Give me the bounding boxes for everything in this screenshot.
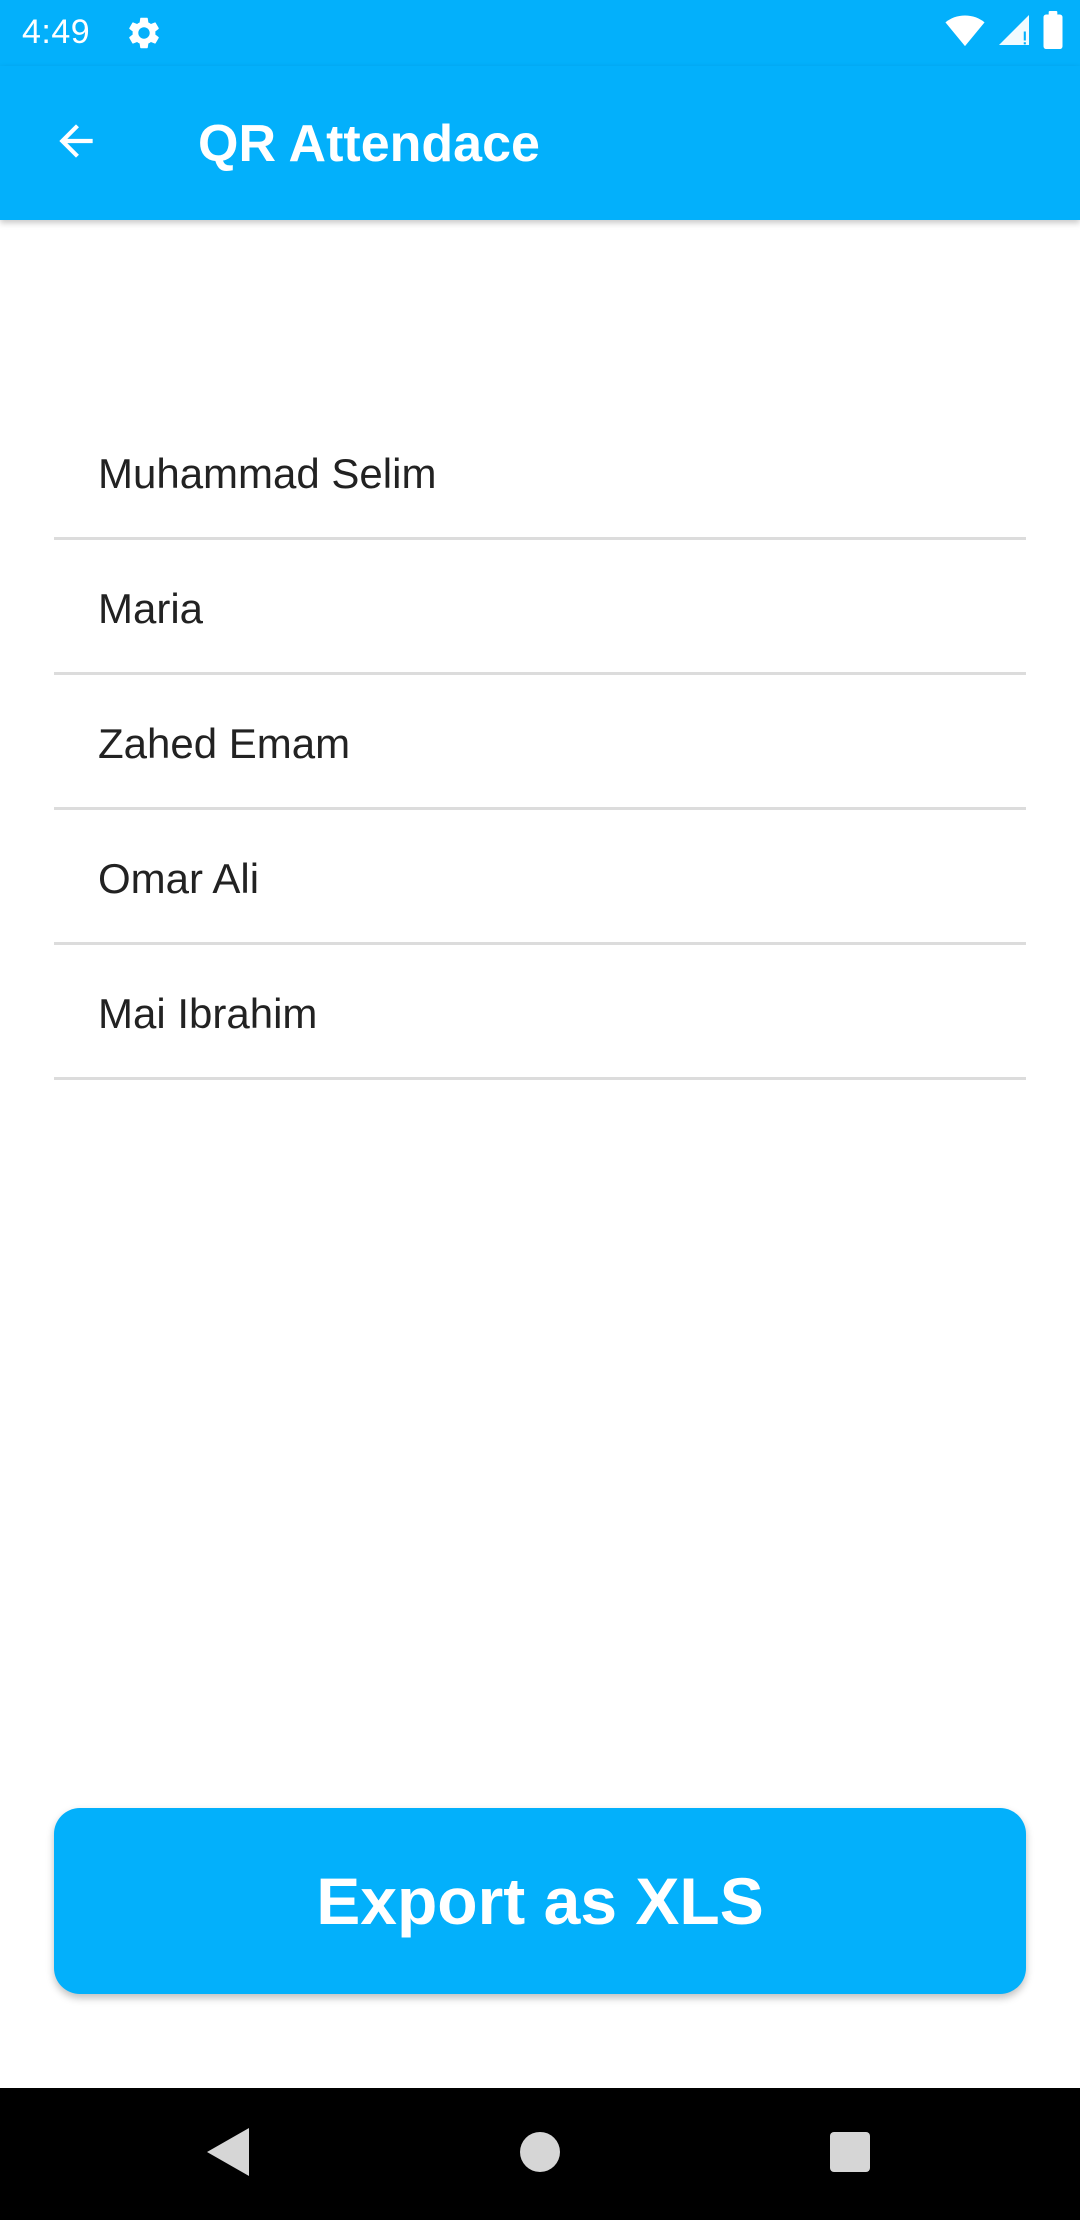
list-item-label: Zahed Emam	[98, 720, 351, 767]
back-button[interactable]	[38, 111, 114, 175]
export-xls-button[interactable]: Export as XLS	[54, 1808, 1026, 1994]
attendance-list: Muhammad Selim Maria Zahed Emam Omar Ali…	[54, 405, 1026, 1080]
list-item-label: Muhammad Selim	[98, 450, 437, 497]
nav-recents-button[interactable]	[808, 2112, 892, 2196]
battery-icon	[1042, 10, 1064, 54]
navigation-bar	[0, 2088, 1080, 2220]
arrow-back-icon	[51, 116, 101, 171]
list-item[interactable]: Omar Ali	[54, 810, 1026, 945]
app-bar: QR Attendace	[0, 66, 1080, 220]
nav-home-button[interactable]	[498, 2112, 582, 2196]
status-bar: 4:49	[0, 0, 1080, 66]
signal-icon	[996, 12, 1032, 53]
status-time: 4:49	[22, 13, 91, 51]
wifi-icon	[944, 13, 986, 52]
list-item[interactable]: Maria	[54, 540, 1026, 675]
nav-home-icon	[518, 2130, 562, 2179]
list-item-label: Maria	[98, 585, 204, 632]
status-icons	[944, 10, 1064, 54]
settings-gear-icon	[125, 14, 163, 52]
page-title: QR Attendace	[198, 115, 540, 173]
list-item-label: Omar Ali	[98, 855, 260, 902]
list-item[interactable]: Zahed Emam	[54, 675, 1026, 810]
list-item[interactable]: Muhammad Selim	[54, 405, 1026, 540]
nav-back-button[interactable]	[186, 2112, 270, 2196]
list-item-label: Mai Ibrahim	[98, 990, 318, 1037]
list-item[interactable]: Mai Ibrahim	[54, 945, 1026, 1080]
nav-back-icon	[205, 2126, 251, 2183]
nav-recents-icon	[829, 2131, 871, 2178]
